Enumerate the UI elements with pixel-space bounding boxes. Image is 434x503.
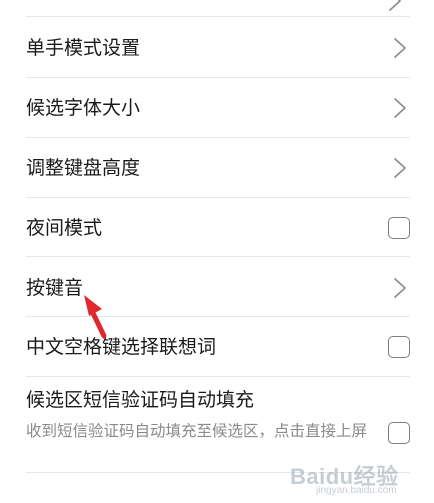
annotation-arrow-icon [84, 295, 107, 339]
watermark-subtext: jingyan.baidu.com [316, 485, 397, 496]
baidu-watermark: Baidu经验 jingyan.baidu.com [282, 459, 422, 499]
